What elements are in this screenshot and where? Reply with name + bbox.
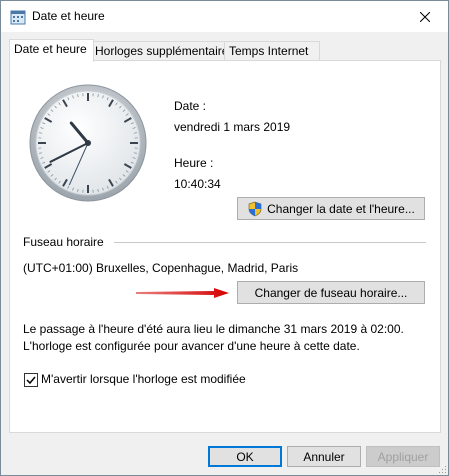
change-datetime-button[interactable]: Changer la date et l'heure... <box>237 197 425 220</box>
checkmark-icon <box>26 376 36 385</box>
timezone-separator <box>114 242 426 243</box>
cancel-button[interactable]: Annuler <box>287 446 361 467</box>
tab-additional-clocks[interactable]: Horloges supplémentaires <box>90 41 234 61</box>
date-label: Date : <box>174 99 207 113</box>
resize-grip-icon[interactable] <box>437 464 447 474</box>
dst-notice-line2: L'horloge est configurée pour avancer d'… <box>23 339 360 353</box>
tab-internet-time[interactable]: Temps Internet <box>224 41 320 61</box>
tab-panel: Date : vendredi 1 mars 2019 Heure : 10:4… <box>9 60 441 433</box>
notify-checkbox[interactable] <box>24 373 38 387</box>
time-value: 10:40:34 <box>174 177 221 191</box>
timezone-section-label: Fuseau horaire <box>23 235 104 249</box>
close-icon <box>420 11 430 22</box>
time-label: Heure : <box>174 156 214 170</box>
clock-app-icon <box>10 9 26 25</box>
red-arrow-annotation <box>136 288 229 298</box>
title-bar: Date et heure <box>1 1 448 32</box>
clock-center <box>85 140 91 146</box>
dst-notice-line1: Le passage à l'heure d'été aura lieu le … <box>23 322 404 336</box>
uac-shield-icon <box>248 201 262 216</box>
change-timezone-button[interactable]: Changer de fuseau horaire... <box>237 281 425 304</box>
apply-button[interactable]: Appliquer <box>366 446 440 467</box>
timezone-value: (UTC+01:00) Bruxelles, Copenhague, Madri… <box>23 261 299 275</box>
change-datetime-label: Changer la date et l'heure... <box>267 201 415 216</box>
ok-button[interactable]: OK <box>208 446 282 467</box>
notify-label[interactable]: M'avertir lorsque l'horloge est modifiée <box>41 372 246 386</box>
analog-clock <box>29 84 147 202</box>
date-value: vendredi 1 mars 2019 <box>174 120 291 134</box>
dialog-window: Date et heure Date et heure Horloges sup… <box>0 0 449 476</box>
tab-date-time[interactable]: Date et heure <box>9 39 94 62</box>
window-title: Date et heure <box>32 9 105 23</box>
close-button[interactable] <box>402 1 448 32</box>
